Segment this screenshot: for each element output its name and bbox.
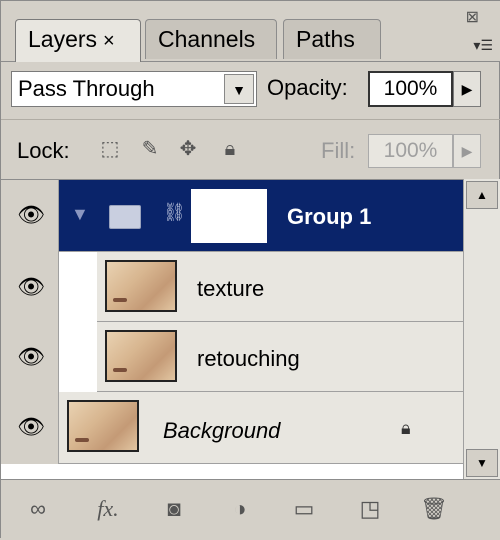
lock-icon: 🔒︎ xyxy=(401,418,411,438)
adjustment-icon[interactable]: ◑ xyxy=(225,494,255,524)
expand-triangle-icon[interactable]: ▼ xyxy=(71,204,89,225)
new-layer-icon[interactable]: ◳ xyxy=(355,494,385,524)
tab-channels-label: Channels xyxy=(158,26,256,52)
lock-image-icon[interactable]: ✎ xyxy=(137,136,163,162)
chevron-down-icon[interactable]: ▼ xyxy=(224,74,254,104)
layer-row-group-1[interactable]: 👁︎ ▼ ⛓︎ Group 1 xyxy=(1,180,463,252)
layer-content[interactable]: ▼ ⛓︎ Group 1 xyxy=(59,180,463,252)
eye-icon[interactable]: 👁︎ xyxy=(15,276,47,298)
layer-content[interactable]: retouching xyxy=(97,322,463,392)
tab-layers-label: Layers xyxy=(28,26,98,52)
tab-paths[interactable]: Paths xyxy=(283,19,381,59)
layers-scrollbar[interactable]: ▲ ▼ xyxy=(463,179,500,479)
layers-panel: Layers × Channels Paths ⊠ ▾☰ Pass Through… xyxy=(0,0,500,540)
tab-strip: Layers × Channels Paths ⊠ ▾☰ xyxy=(1,1,500,62)
layer-mask-thumbnail[interactable] xyxy=(189,187,269,245)
layer-name: Background xyxy=(163,418,281,443)
tab-layers[interactable]: Layers × xyxy=(15,19,141,62)
eye-icon[interactable]: 👁︎ xyxy=(15,346,47,368)
lock-position-icon[interactable]: ✥ xyxy=(175,136,201,162)
visibility-cell: 👁︎ xyxy=(1,252,59,322)
opacity-input[interactable]: 100% xyxy=(368,71,453,107)
visibility-cell: 👁︎ xyxy=(1,392,59,464)
fill-label: Fill: xyxy=(321,138,356,163)
layer-content[interactable]: texture xyxy=(97,252,463,322)
blend-mode-select[interactable]: Pass Through ▼ xyxy=(11,71,257,107)
trash-icon[interactable]: 🗑︎ xyxy=(419,494,449,524)
chain-link-icon[interactable]: ⛓︎ xyxy=(163,202,186,223)
layers-list: 👁︎ ▼ ⛓︎ Group 1 👁︎ texture 👁︎ retouching… xyxy=(1,179,463,480)
fx-icon[interactable]: fx. xyxy=(93,494,123,524)
folder-icon xyxy=(109,205,141,229)
layer-thumbnail xyxy=(105,330,177,382)
layer-name: texture xyxy=(197,276,265,301)
lock-row: Lock: ⬚ ✎ ✥ 🔒︎ Fill: 100% ▶ xyxy=(1,119,500,176)
layer-row-retouching[interactable]: 👁︎ retouching xyxy=(1,322,463,392)
layer-row-background[interactable]: 👁︎ Background 🔒︎ xyxy=(1,392,463,464)
lock-label: Lock: xyxy=(17,138,70,163)
group-folder-icon[interactable]: ▭ xyxy=(289,494,319,524)
scroll-up-icon[interactable]: ▲ xyxy=(466,181,498,209)
mask-icon[interactable]: ◙ xyxy=(159,494,189,524)
layer-content[interactable]: Background 🔒︎ xyxy=(59,392,463,464)
fill-slider-arrow-icon[interactable]: ▶ xyxy=(453,134,481,168)
tab-paths-label: Paths xyxy=(296,26,355,52)
lock-transparent-icon[interactable]: ⬚ xyxy=(97,136,123,162)
fill-input[interactable]: 100% xyxy=(368,134,453,168)
eye-icon[interactable]: 👁︎ xyxy=(15,416,47,438)
opacity-slider-arrow-icon[interactable]: ▶ xyxy=(453,71,481,107)
layer-name: retouching xyxy=(197,346,300,371)
panel-close-icon[interactable]: ⊠ xyxy=(466,7,479,27)
layer-name: Group 1 xyxy=(287,204,372,229)
tab-channels[interactable]: Channels xyxy=(145,19,277,59)
layer-thumbnail xyxy=(105,260,177,312)
panel-menu-icon[interactable]: ▾☰ xyxy=(473,37,493,54)
layer-row-texture[interactable]: 👁︎ texture xyxy=(1,252,463,322)
layer-thumbnail xyxy=(67,400,139,452)
eye-icon[interactable]: 👁︎ xyxy=(15,204,47,226)
visibility-cell: 👁︎ xyxy=(1,180,59,252)
tab-close-icon[interactable]: × xyxy=(103,30,115,52)
scroll-down-icon[interactable]: ▼ xyxy=(466,449,498,477)
opacity-label: Opacity: xyxy=(267,75,348,100)
link-icon[interactable]: ∞ xyxy=(23,494,53,524)
blend-mode-value: Pass Through xyxy=(18,76,155,101)
layers-toolbar: ∞ fx. ◙ ◑ ▭ ◳ 🗑︎ xyxy=(1,479,500,540)
lock-all-icon[interactable]: 🔒︎ xyxy=(217,136,243,162)
visibility-cell: 👁︎ xyxy=(1,322,59,392)
